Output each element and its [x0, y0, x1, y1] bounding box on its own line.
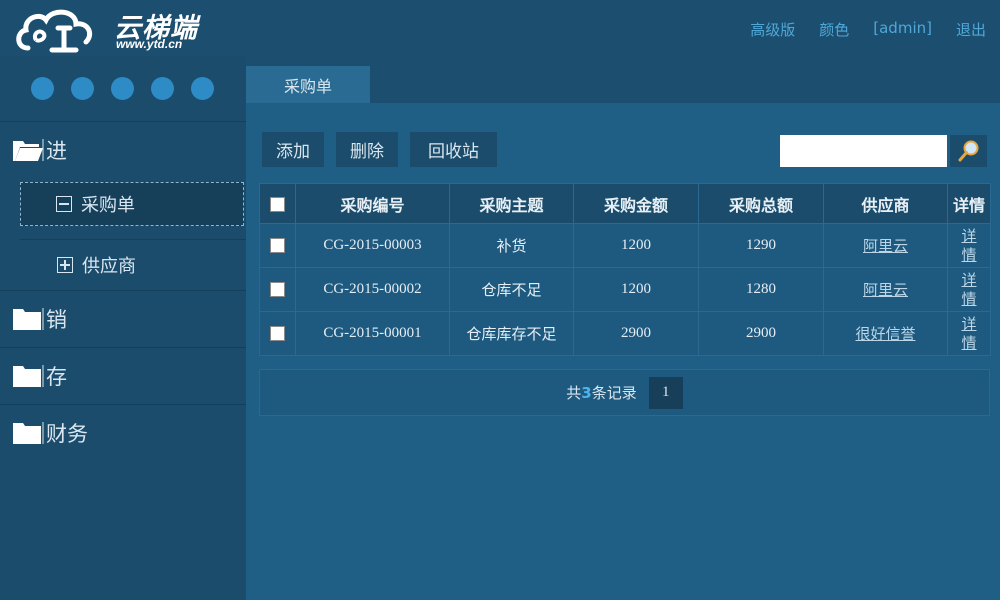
nav-head-label: 销 [46, 308, 67, 332]
supplier-link[interactable]: 很好信誉 [855, 325, 915, 343]
col-header: 供应商 [823, 183, 948, 224]
purchase-table: 采购编号 采购主题 采购金额 采购总额 供应商 详情 CG-2015-00003… [259, 183, 991, 356]
theme-dot[interactable] [111, 77, 134, 100]
select-all-cell [259, 183, 296, 224]
table-header-row: 采购编号 采购主题 采购金额 采购总额 供应商 详情 [259, 183, 991, 224]
nav-head-label: 财务 [46, 422, 88, 446]
theme-dot[interactable] [31, 77, 54, 100]
open-folder-icon [13, 139, 44, 161]
select-all-checkbox[interactable] [270, 197, 285, 212]
pagination: 共 3 条记录 1 [259, 369, 990, 416]
supplier-link[interactable]: 阿里云 [863, 281, 908, 299]
premium-link[interactable]: 高级版 [750, 19, 795, 40]
record-count: 3 [581, 383, 592, 402]
collapse-icon [56, 196, 72, 212]
sidebar: 进 采购单 供应商 销 存 财务 [0, 56, 246, 600]
nav-head-finance[interactable]: 财务 [0, 405, 246, 461]
nav-head-stock[interactable]: 存 [0, 348, 246, 404]
cell-subject: 仓库不足 [449, 267, 574, 312]
nav-head-label: 存 [46, 365, 67, 389]
row-checkbox[interactable] [270, 326, 285, 342]
user-link[interactable]: [admin] [873, 19, 932, 40]
logout-link[interactable]: 退出 [956, 19, 986, 40]
nav-head-sales[interactable]: 销 [0, 291, 246, 347]
cell-subject: 仓库库存不足 [449, 311, 574, 356]
divider [20, 230, 246, 240]
recycle-bin-button[interactable]: 回收站 [410, 132, 497, 167]
search-button[interactable] [950, 135, 987, 167]
detail-link[interactable]: 详情 [961, 227, 977, 265]
record-count-suffix: 条记录 [591, 384, 637, 402]
cell-amount: 1200 [573, 267, 699, 312]
theme-dot[interactable] [151, 77, 174, 100]
nav-group-finance: 财务 [0, 405, 246, 461]
page-number-button[interactable]: 1 [648, 376, 683, 409]
theme-dot[interactable] [191, 77, 214, 100]
tab-bar: 采购单 [246, 56, 1000, 103]
top-header: 云梯端 www.ytd.cn 高级版 颜色 [admin] 退出 [0, 0, 1000, 56]
logo: 云梯端 www.ytd.cn [14, 4, 214, 54]
cell-supplier: 很好信誉 [823, 311, 948, 356]
cell-supplier: 阿里云 [823, 267, 948, 312]
row-checkbox[interactable] [270, 238, 285, 254]
table-row: CG-2015-00002 仓库不足 1200 1280 阿里云 详情 [259, 267, 991, 312]
nav-group-sales: 销 [0, 291, 246, 348]
row-select-cell [259, 311, 296, 356]
table-row: CG-2015-00001 仓库库存不足 2900 2900 很好信誉 详情 [259, 311, 991, 356]
table-row: CG-2015-00003 补货 1200 1290 阿里云 详情 [259, 223, 991, 268]
cell-supplier: 阿里云 [823, 223, 948, 268]
nav-group-stock: 存 [0, 348, 246, 405]
cell-amount: 1200 [573, 223, 699, 268]
top-links: 高级版 颜色 [admin] 退出 [726, 19, 986, 40]
sidebar-item-label: 供应商 [82, 256, 136, 277]
col-header: 采购金额 [573, 183, 699, 224]
detail-link[interactable]: 详情 [961, 271, 977, 309]
col-header: 采购总额 [698, 183, 824, 224]
folder-icon [13, 365, 44, 387]
cell-id: CG-2015-00003 [295, 223, 450, 268]
row-select-cell [259, 267, 296, 312]
theme-dot[interactable] [71, 77, 94, 100]
cell-total: 1290 [698, 223, 824, 268]
nav-head-purchase[interactable]: 进 [0, 122, 246, 178]
sidebar-item-purchase-order[interactable]: 采购单 [20, 182, 244, 226]
cell-subject: 补货 [449, 223, 574, 268]
theme-dots [0, 56, 246, 122]
cell-total: 2900 [698, 311, 824, 356]
folder-icon [13, 422, 44, 444]
nav-head-label: 进 [46, 139, 67, 163]
cell-detail: 详情 [947, 311, 991, 356]
cell-total: 1280 [698, 267, 824, 312]
record-count-prefix: 共 [566, 384, 582, 402]
cell-id: CG-2015-00002 [295, 267, 450, 312]
tab-purchase-order[interactable]: 采购单 [246, 66, 370, 103]
logo-url: www.ytd.cn [116, 37, 183, 51]
col-header: 采购主题 [449, 183, 574, 224]
search-icon [958, 140, 978, 162]
folder-icon [13, 308, 44, 330]
cell-id: CG-2015-00001 [295, 311, 450, 356]
sidebar-item-supplier[interactable]: 供应商 [0, 240, 246, 290]
row-select-cell [259, 223, 296, 268]
supplier-link[interactable]: 阿里云 [863, 237, 908, 255]
cell-detail: 详情 [947, 267, 991, 312]
col-header: 采购编号 [295, 183, 450, 224]
detail-link[interactable]: 详情 [961, 315, 977, 353]
row-checkbox[interactable] [270, 282, 285, 298]
add-button[interactable]: 添加 [262, 132, 324, 167]
col-header: 详情 [947, 183, 991, 224]
cell-detail: 详情 [947, 223, 991, 268]
color-link[interactable]: 颜色 [819, 19, 849, 40]
expand-icon [57, 257, 73, 273]
cell-amount: 2900 [573, 311, 699, 356]
delete-button[interactable]: 删除 [336, 132, 398, 167]
cloud-logo-icon [16, 9, 93, 53]
search-input[interactable] [780, 135, 947, 167]
sidebar-item-label: 采购单 [81, 195, 135, 216]
nav-group-purchase: 进 采购单 供应商 [0, 122, 246, 291]
